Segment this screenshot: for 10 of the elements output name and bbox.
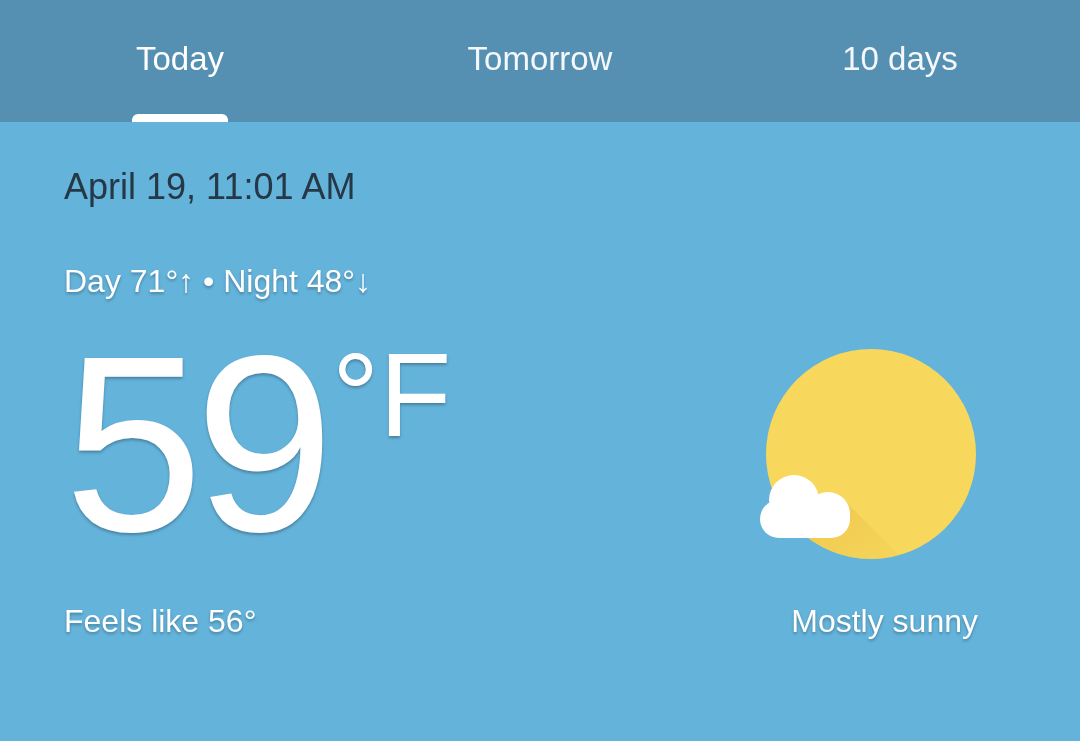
sun-with-cloud-icon	[758, 348, 978, 562]
day-night-temperatures: Day 71°↑ • Night 48°↓	[64, 262, 372, 300]
temperature-unit: °F	[332, 336, 452, 454]
tab[interactable]: Tomorrow	[360, 0, 720, 122]
temperature-value: 59	[64, 320, 327, 570]
tab[interactable]: Today	[0, 0, 360, 122]
tab[interactable]: 10 days	[720, 0, 1080, 122]
feels-like-temperature: Feels like 56°	[64, 602, 257, 640]
weather-condition: Mostly sunny	[791, 602, 978, 640]
date-time: April 19, 11:01 AM	[64, 166, 356, 208]
